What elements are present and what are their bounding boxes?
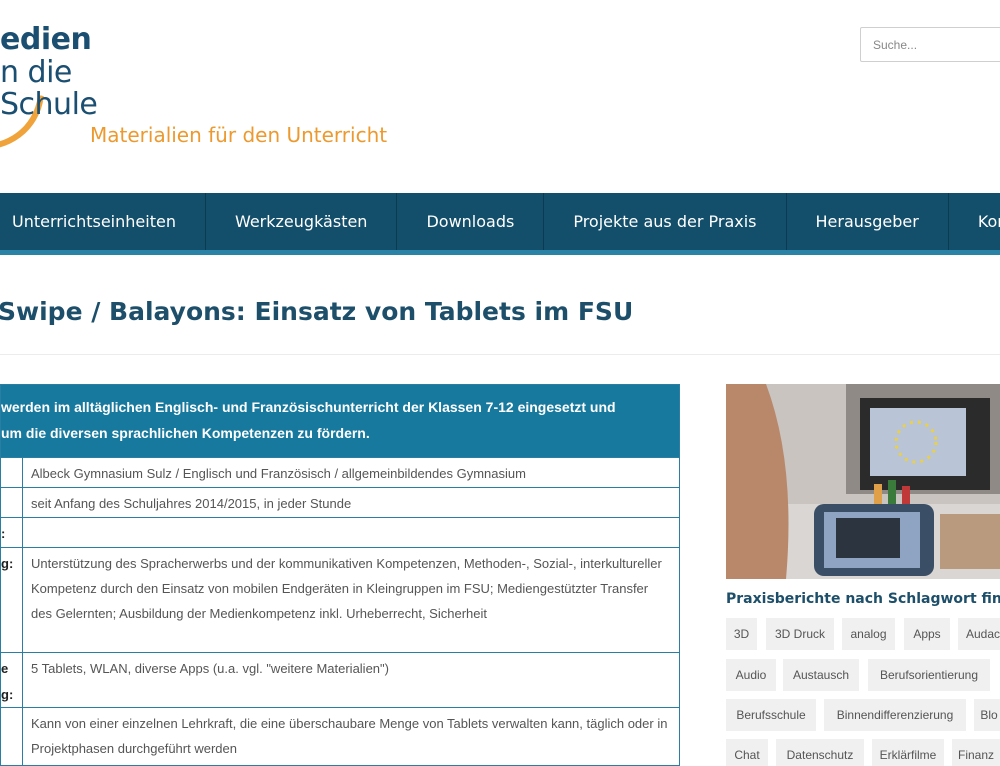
row-value: Kann von einer einzelnen Lehrkraft, die … <box>31 716 668 756</box>
main-nav: Unterrichtseinheiten Werkzeugkästen Down… <box>0 193 1000 255</box>
row-key: : <box>1 518 23 547</box>
row-key-line-1: e <box>1 661 9 676</box>
logo-line-1: edien <box>0 22 92 57</box>
title-divider <box>0 354 1000 355</box>
row-key <box>1 488 23 517</box>
table-row: Kann von einer einzelnen Lehrkraft, die … <box>1 707 679 765</box>
page-title: Swipe / Balayons: Einsatz von Tablets im… <box>0 297 634 326</box>
row-key: g: <box>1 548 23 652</box>
tag-audio[interactable]: Audio <box>726 659 776 691</box>
logo-line-3: Schule <box>0 87 98 122</box>
nav-item-projekte[interactable]: Projekte aus der Praxis <box>544 193 787 250</box>
tag-audac[interactable]: Audac <box>958 618 1000 650</box>
photo-illustration <box>726 384 1000 579</box>
row-value: Unterstützung des Spracherwerbs und der … <box>31 556 662 621</box>
table-row: e g: 5 Tablets, WLAN, diverse Apps (u.a.… <box>1 652 679 707</box>
info-table: werden im alltäglichen Englisch- und Fra… <box>0 384 680 766</box>
table-row: seit Anfang des Schuljahres 2014/2015, i… <box>1 487 679 517</box>
table-row: : <box>1 517 679 547</box>
tag-3d[interactable]: 3D <box>726 618 757 650</box>
nav-item-unterrichtseinheiten[interactable]: Unterrichtseinheiten <box>0 193 206 250</box>
row-value <box>23 518 679 547</box>
sidebar-title: Praxisberichte nach Schlagwort finde <box>726 591 1000 607</box>
tag-finanz[interactable]: Finanz <box>952 739 1000 766</box>
row-value: Albeck Gymnasium Sulz / Englisch und Fra… <box>31 466 526 481</box>
table-row: g: Unterstützung des Spracherwerbs und d… <box>1 547 679 652</box>
tag-binnendifferenzierung[interactable]: Binnendifferenzierung <box>824 699 966 731</box>
nav-item-werkzeugkaesten[interactable]: Werkzeugkästen <box>206 193 398 250</box>
tag-austausch[interactable]: Austausch <box>783 659 859 691</box>
info-header-line-1: werden im alltäglichen Englisch- und Fra… <box>1 399 616 415</box>
row-key: e g: <box>1 653 23 707</box>
logo-line-2: n die <box>0 55 72 90</box>
project-photo[interactable] <box>726 384 1000 579</box>
logo-tagline: Materialien für den Unterricht <box>90 123 388 147</box>
search-input[interactable] <box>860 27 1000 62</box>
info-table-header: werden im alltäglichen Englisch- und Fra… <box>1 385 679 457</box>
tag-erklaerfilme[interactable]: Erklärfilme <box>872 739 944 766</box>
table-row: Albeck Gymnasium Sulz / Englisch und Fra… <box>1 457 679 487</box>
tag-berufsorientierung[interactable]: Berufsorientierung <box>868 659 990 691</box>
tag-datenschutz[interactable]: Datenschutz <box>776 739 864 766</box>
row-key <box>1 458 23 487</box>
nav-item-kontakt[interactable]: Kon <box>949 193 1000 250</box>
tag-analog[interactable]: analog <box>842 618 895 650</box>
row-value: 5 Tablets, WLAN, diverse Apps (u.a. vgl.… <box>31 661 389 676</box>
nav-item-downloads[interactable]: Downloads <box>397 193 545 250</box>
site-logo[interactable]: edien n die Schule Materialien für den U… <box>0 0 420 180</box>
tag-3d-druck[interactable]: 3D Druck <box>766 618 834 650</box>
tag-berufsschule[interactable]: Berufsschule <box>726 699 816 731</box>
tag-blo[interactable]: Blo <box>974 699 1000 731</box>
row-key-line-2: g: <box>1 687 14 702</box>
info-header-line-2: um die diversen sprachlichen Kompetenzen… <box>1 425 370 441</box>
row-key <box>1 708 23 765</box>
tag-chat[interactable]: Chat <box>726 739 768 766</box>
nav-item-herausgeber[interactable]: Herausgeber <box>787 193 949 250</box>
tag-apps[interactable]: Apps <box>904 618 950 650</box>
row-value: seit Anfang des Schuljahres 2014/2015, i… <box>31 496 352 511</box>
